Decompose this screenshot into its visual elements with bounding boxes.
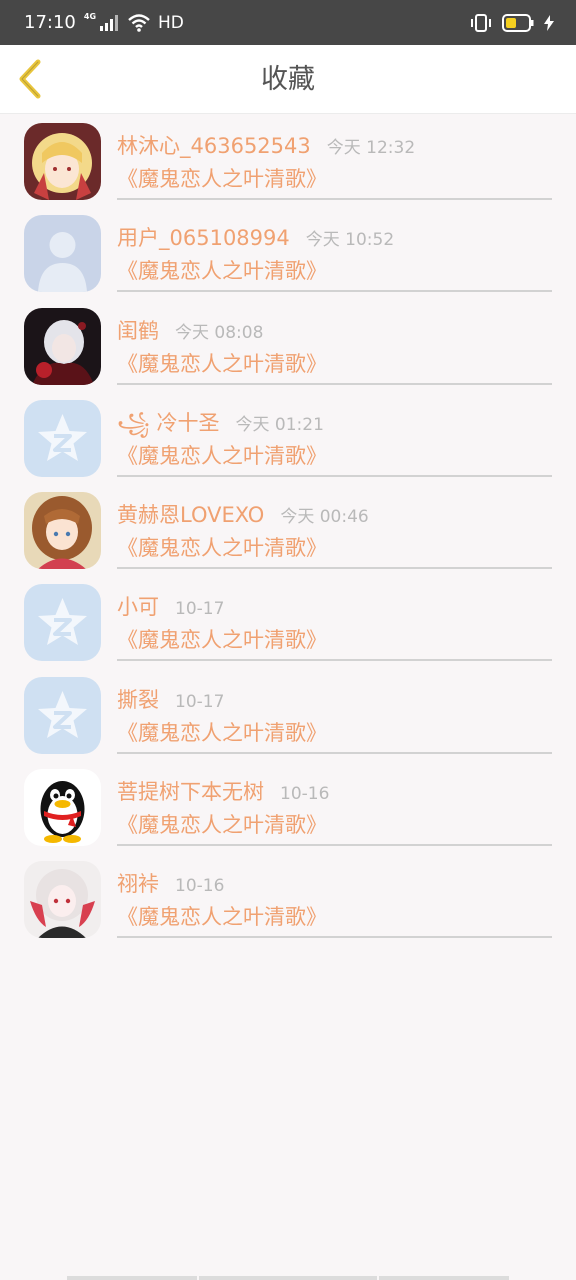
favorite-item[interactable]: 祤裃 10-16 《魔鬼恋人之叶清歌》 (0, 852, 576, 944)
work-title[interactable]: 《魔鬼恋人之叶清歌》 (117, 532, 327, 562)
favorite-time: 10-16 (175, 876, 225, 897)
work-title[interactable]: 《魔鬼恋人之叶清歌》 (117, 809, 327, 839)
work-title[interactable]: 《魔鬼恋人之叶清歌》 (117, 901, 327, 931)
favorite-meta: 闺鹤 今天 08:08 (117, 315, 263, 345)
divider (117, 567, 552, 570)
favorite-time: 今天 10:52 (305, 230, 395, 251)
gesture-bar (0, 1275, 576, 1280)
work-title[interactable]: 《魔鬼恋人之叶清歌》 (117, 717, 327, 747)
favorite-meta: 用户_065108994 今天 10:52 (117, 222, 394, 252)
favorite-time: 今天 12:32 (326, 138, 416, 158)
user-name[interactable]: 菩提树下本无树 (117, 776, 264, 806)
work-title[interactable]: 《魔鬼恋人之叶清歌》 (117, 440, 327, 470)
battery-level (506, 17, 516, 28)
status-right (470, 13, 554, 32)
favorite-meta: 林沐心_463652543 今天 12:32 (117, 130, 415, 160)
favorites-list: 林沐心_463652543 今天 12:32 《魔鬼恋人之叶清歌》 用户_065… (0, 114, 576, 945)
status-bar: 17:10 4G HD (0, 0, 576, 45)
favorite-item[interactable]: ꧁ 冷十圣 今天 01:21 《魔鬼恋人之叶清歌》 (0, 391, 576, 483)
back-button[interactable] (10, 57, 50, 101)
favorite-meta: 撕裂 10-17 (117, 684, 224, 714)
work-title[interactable]: 《魔鬼恋人之叶清歌》 (117, 624, 327, 654)
divider (117, 936, 552, 939)
favorite-meta: 祤裃 10-16 (117, 868, 224, 898)
qzone-star-avatar[interactable] (24, 676, 101, 754)
default-person-avatar[interactable] (24, 215, 101, 293)
user-name[interactable]: 小可 (117, 591, 159, 621)
divider (117, 844, 552, 847)
favorite-time: 今天 00:46 (280, 507, 369, 528)
vibrate-icon (471, 13, 491, 32)
favorite-time: 10-17 (175, 599, 225, 620)
gesture-bar-segment (199, 1276, 377, 1280)
favorite-meta: 小可 10-17 (117, 591, 224, 621)
user-name[interactable]: 用户_065108994 (117, 222, 290, 252)
divider (117, 659, 552, 662)
favorite-item[interactable]: 小可 10-17 《魔鬼恋人之叶清歌》 (0, 575, 576, 667)
signal-icon (100, 14, 119, 31)
divider (117, 290, 552, 293)
status-left: 17:10 4G HD (24, 12, 184, 33)
page-title: 收藏 (261, 64, 315, 95)
favorite-meta: 黄赫恩LOVEXO 今天 00:46 (117, 499, 369, 529)
hd-label: HD (158, 12, 184, 33)
user-name[interactable]: 闺鹤 (117, 315, 159, 345)
qzone-star-avatar[interactable] (24, 399, 101, 477)
favorite-item[interactable]: 撕裂 10-17 《魔鬼恋人之叶清歌》 (0, 668, 576, 760)
gesture-bar-segment (379, 1276, 509, 1280)
user-name[interactable]: 撕裂 (117, 684, 159, 714)
favorite-time: 10-17 (175, 691, 225, 712)
status-time: 17:10 (24, 12, 76, 33)
gesture-bar-segment (67, 1276, 197, 1280)
work-title[interactable]: 《魔鬼恋人之叶清歌》 (117, 163, 327, 193)
favorite-item[interactable]: 闺鹤 今天 08:08 《魔鬼恋人之叶清歌》 (0, 299, 576, 391)
divider (117, 198, 552, 200)
qq-penguin-avatar[interactable] (24, 769, 101, 847)
wifi-icon (128, 13, 150, 32)
favorite-item[interactable]: 林沐心_463652543 今天 12:32 《魔鬼恋人之叶清歌》 (0, 114, 576, 206)
favorite-time: 今天 08:08 (175, 322, 264, 343)
qzone-star-avatar[interactable] (24, 584, 101, 662)
network-type-label: 4G (83, 12, 97, 21)
anime-pink-avatar[interactable] (24, 861, 101, 939)
anime-brown-hair-avatar[interactable] (24, 492, 101, 570)
work-title[interactable]: 《魔鬼恋人之叶清歌》 (117, 255, 327, 285)
favorite-time: 10-16 (280, 784, 330, 805)
favorite-item[interactable]: 菩提树下本无树 10-16 《魔鬼恋人之叶清歌》 (0, 760, 576, 852)
user-name[interactable]: 黄赫恩LOVEXO (117, 499, 264, 529)
user-name[interactable]: 祤裃 (117, 868, 159, 898)
favorite-item[interactable]: 用户_065108994 今天 10:52 《魔鬼恋人之叶清歌》 (0, 206, 576, 298)
charging-icon (544, 14, 554, 31)
divider (117, 382, 552, 385)
battery-icon (502, 13, 534, 32)
divider (117, 751, 552, 754)
divider (117, 474, 552, 477)
favorite-item[interactable]: 黄赫恩LOVEXO 今天 00:46 《魔鬼恋人之叶清歌》 (0, 483, 576, 575)
anime-white-hair-avatar[interactable] (24, 307, 101, 385)
app-header: 收藏 (0, 45, 576, 114)
chevron-left-icon (19, 59, 41, 99)
user-name[interactable]: 林沐心_463652543 (117, 130, 311, 160)
anime-blonde-avatar[interactable] (24, 123, 101, 200)
work-title[interactable]: 《魔鬼恋人之叶清歌》 (117, 348, 327, 378)
favorite-meta: 菩提树下本无树 10-16 (117, 776, 329, 806)
favorite-time: 今天 01:21 (235, 414, 324, 435)
